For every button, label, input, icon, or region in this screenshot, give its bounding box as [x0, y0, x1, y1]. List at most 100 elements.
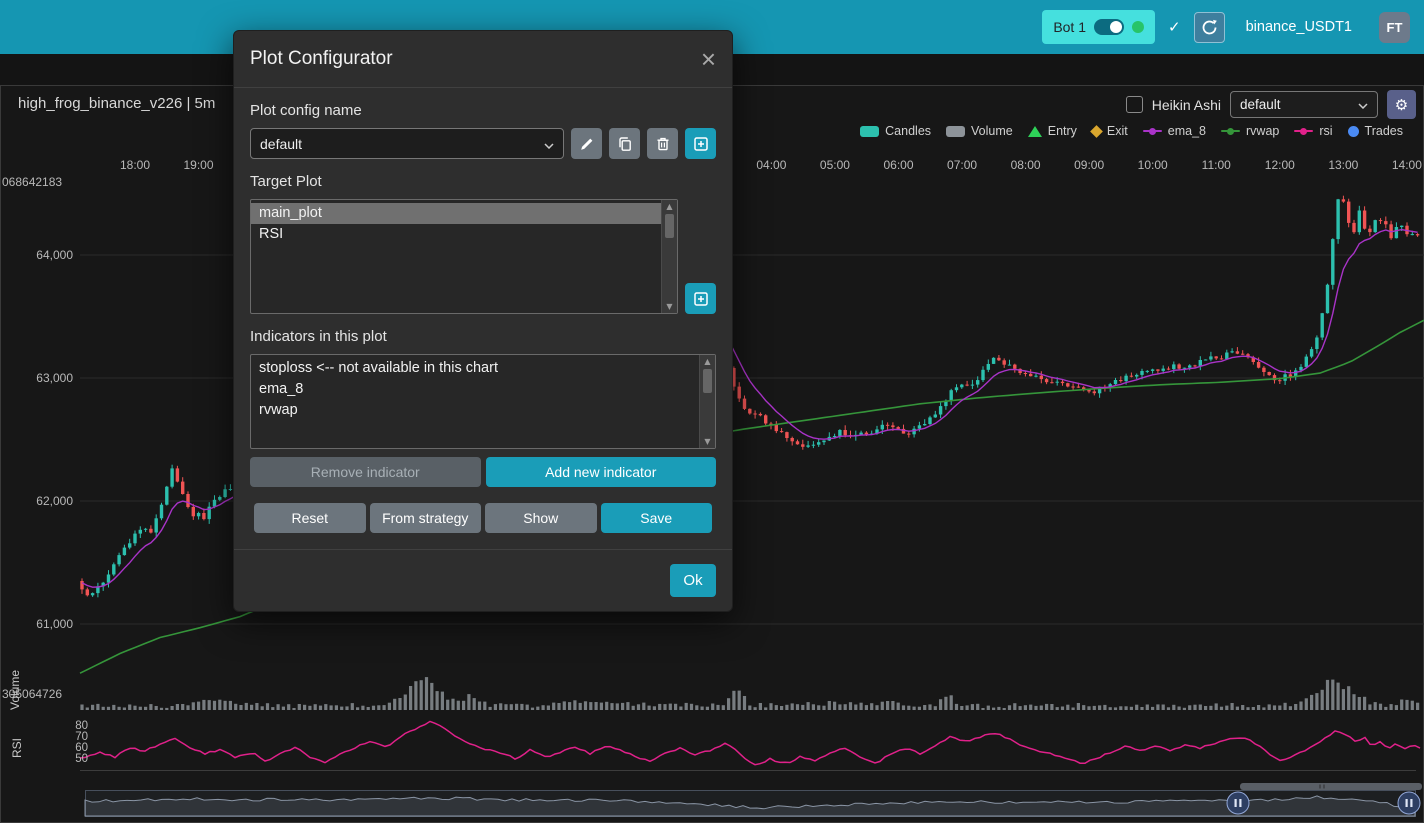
- x-axis-tick: 06:00: [883, 158, 913, 172]
- x-axis-tick: 09:00: [1074, 158, 1104, 172]
- y-axis-tick: 62,000: [28, 494, 73, 508]
- legend-item-Entry[interactable]: Entry: [1028, 124, 1077, 138]
- freqtrade-logo[interactable]: FT: [1379, 12, 1410, 43]
- scroll-up-icon[interactable]: ▲: [700, 357, 715, 366]
- x-axis-tick: 13:00: [1328, 158, 1358, 172]
- config-name-select-value: default: [260, 136, 302, 152]
- bot-name-label: Bot 1: [1053, 19, 1086, 35]
- reset-button[interactable]: Reset: [254, 503, 366, 533]
- show-button[interactable]: Show: [485, 503, 597, 533]
- x-axis-tick: 08:00: [1011, 158, 1041, 172]
- plot-config-dropdown-value: default: [1240, 97, 1281, 112]
- legend-marker: [1090, 125, 1103, 138]
- refresh-button[interactable]: [1194, 12, 1225, 43]
- legend-item-Trades[interactable]: Trades: [1348, 124, 1403, 138]
- check-icon: ✓: [1168, 18, 1181, 36]
- navbar-right-group: Bot 1 ✓ binance_USDT1 FT: [1042, 10, 1424, 44]
- legend-label: Exit: [1107, 124, 1128, 138]
- from-strategy-button[interactable]: From strategy: [370, 503, 482, 533]
- target-plot-list[interactable]: main_plotRSI: [251, 200, 661, 313]
- chevron-down-icon: [544, 136, 554, 152]
- legend-label: ema_8: [1168, 124, 1206, 138]
- legend-item-Volume[interactable]: Volume: [946, 124, 1013, 138]
- target-plot-scrollbar[interactable]: ▲ ▼: [661, 200, 677, 313]
- legend-label: Entry: [1048, 124, 1077, 138]
- list-item[interactable]: stoploss <-- not available in this chart: [251, 358, 699, 379]
- plot-config-name-label: Plot config name: [250, 102, 716, 119]
- legend-item-ema_8[interactable]: ema_8: [1143, 124, 1206, 138]
- close-icon[interactable]: ×: [701, 46, 716, 72]
- add-plot-button[interactable]: [685, 283, 716, 314]
- config-name-select[interactable]: default: [250, 128, 564, 159]
- indicators-label: Indicators in this plot: [250, 328, 716, 345]
- remove-indicator-button[interactable]: Remove indicator: [250, 457, 481, 487]
- modal-body: Plot config name default: [234, 88, 732, 549]
- legend-item-Exit[interactable]: Exit: [1092, 124, 1128, 138]
- legend-marker-dot: [1300, 128, 1307, 135]
- indicators-list[interactable]: stoploss <-- not available in this chart…: [251, 355, 699, 448]
- config-actions-row: Reset From strategy Show Save: [250, 503, 716, 533]
- scrollbar-thumb[interactable]: [703, 369, 712, 393]
- refresh-icon: [1201, 19, 1218, 36]
- legend-item-Candles[interactable]: Candles: [860, 124, 931, 138]
- legend-marker: [946, 126, 965, 137]
- legend-marker: [860, 126, 879, 137]
- delete-config-button[interactable]: [647, 128, 678, 159]
- x-axis-tick: 05:00: [820, 158, 850, 172]
- copy-icon: [617, 136, 633, 152]
- legend-item-rvwap[interactable]: rvwap: [1221, 124, 1279, 138]
- app-root: Bot 1 ✓ binance_USDT1 FT high_frog_binan…: [0, 0, 1424, 823]
- scroll-down-icon[interactable]: ▼: [700, 437, 715, 446]
- y-axis-tick: 63,000: [28, 371, 73, 385]
- indicators-scrollbar[interactable]: ▲ ▼: [699, 355, 715, 448]
- list-item[interactable]: ema_8: [251, 379, 699, 400]
- legend-label: Volume: [971, 124, 1013, 138]
- pencil-icon: [579, 136, 595, 152]
- toggle-knob: [1110, 21, 1122, 33]
- x-axis-tick: 14:00: [1392, 158, 1422, 172]
- list-item[interactable]: RSI: [251, 224, 661, 245]
- ok-button[interactable]: Ok: [670, 564, 716, 597]
- list-item[interactable]: main_plot: [251, 203, 661, 224]
- save-button[interactable]: Save: [601, 503, 713, 533]
- plot-settings-button[interactable]: ⚙: [1387, 90, 1416, 119]
- legend-marker-dot: [1149, 128, 1156, 135]
- duplicate-config-button[interactable]: [609, 128, 640, 159]
- datazoom-right-handle[interactable]: [1398, 792, 1420, 814]
- x-axis-tick: 04:00: [756, 158, 786, 172]
- legend-label: Candles: [885, 124, 931, 138]
- target-plot-row: main_plotRSI ▲ ▼: [250, 199, 716, 314]
- gear-icon: ⚙: [1395, 96, 1408, 114]
- legend-marker: [1294, 130, 1313, 132]
- legend-marker: [1221, 130, 1240, 132]
- datazoom-left-handle[interactable]: [1227, 792, 1249, 814]
- datazoom-strip[interactable]: [85, 791, 1416, 817]
- scrollbar-thumb[interactable]: [665, 214, 674, 238]
- datazoom-scrollbar[interactable]: [1240, 783, 1422, 790]
- legend-item-rsi[interactable]: rsi: [1294, 124, 1332, 138]
- y-axis-tick: 64,000: [28, 248, 73, 262]
- add-config-button[interactable]: [685, 128, 716, 159]
- chevron-down-icon: [1358, 97, 1368, 112]
- chart-toolbar: Heikin Ashi default ⚙: [1126, 90, 1416, 119]
- scroll-up-icon[interactable]: ▲: [662, 202, 677, 211]
- bot-pair-label: binance_USDT1: [1246, 19, 1352, 35]
- legend-marker: [1143, 130, 1162, 132]
- target-plot-label: Target Plot: [250, 173, 716, 190]
- list-item[interactable]: rvwap: [251, 400, 699, 421]
- bot-enable-toggle[interactable]: [1094, 19, 1124, 35]
- heikin-ashi-label: Heikin Ashi: [1152, 97, 1221, 113]
- trash-icon: [655, 136, 671, 152]
- x-axis-tick: 07:00: [947, 158, 977, 172]
- scroll-down-icon[interactable]: ▼: [662, 302, 677, 311]
- plot-config-dropdown[interactable]: default: [1230, 91, 1378, 118]
- heikin-ashi-checkbox[interactable]: [1126, 96, 1143, 113]
- chart-legend: Candles Volume Entry Exit ema_8 rvwap rsi Trade…: [860, 124, 1403, 138]
- bot-selector[interactable]: Bot 1: [1042, 10, 1155, 44]
- rename-config-button[interactable]: [571, 128, 602, 159]
- legend-marker: [1028, 126, 1042, 137]
- volume-pane-label: Volume: [8, 652, 22, 710]
- rsi-pane-label: RSI: [10, 730, 24, 758]
- indicators-listbox: stoploss <-- not available in this chart…: [250, 354, 716, 449]
- add-new-indicator-button[interactable]: Add new indicator: [486, 457, 717, 487]
